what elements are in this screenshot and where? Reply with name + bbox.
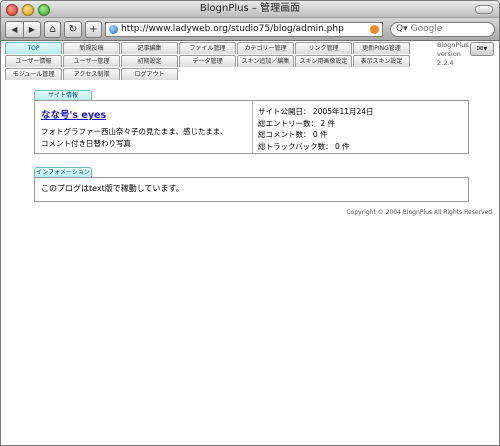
information-panel: このブログはtext版で稼動しています。 [34, 177, 469, 202]
tab-category-manager[interactable]: カテゴリー管理 [237, 42, 294, 54]
forward-button[interactable]: ▶ [24, 22, 41, 37]
plus-icon: + [89, 23, 98, 35]
tab-top[interactable]: TOP [5, 42, 62, 54]
tab-initial-settings[interactable]: 初期設定 [121, 55, 178, 67]
title-bar: BlognPlus – 管理画面 [1, 1, 499, 18]
rss-icon[interactable] [370, 24, 379, 34]
stat-entry-count: 総エントリー数： 2 件 [258, 118, 336, 128]
version-info: BlognPlus version 2.2.4 [437, 41, 469, 68]
window-title: BlognPlus – 管理画面 [199, 3, 301, 14]
tab-edit-posts[interactable]: 記事編集 [121, 42, 178, 54]
browser-toolbar: ◀ ▶ ⌂ ↻ + http://www.ladyweb.org/studio7… [1, 18, 499, 41]
stat-publish-date: サイト公開日： 2005年11月24日 [258, 107, 374, 116]
address-bar[interactable]: http://www.ladyweb.org/studio75/blog/adm… [105, 21, 383, 37]
home-button[interactable]: ⌂ [44, 20, 62, 38]
reload-icon: ↻ [68, 23, 78, 35]
tab-module-manager[interactable]: モジュール管理 [5, 68, 62, 80]
reload-button[interactable]: ↻ [64, 20, 82, 38]
blog-summary: なな号's eyes フォトグラファー西山奈々子の見たまま、感じたまま、 コメン… [41, 101, 251, 153]
stat-comment-count: 総コメント数： 0 件 [258, 130, 328, 139]
mail-button[interactable]: ✉▾ [470, 42, 494, 56]
column-divider [252, 101, 253, 153]
tab-skin-images[interactable]: スキン用画像設定 [295, 55, 352, 67]
tab-new-post[interactable]: 新規投稿 [63, 42, 120, 54]
tab-user-manager[interactable]: ユーザー管理 [63, 55, 120, 67]
tab-access-restriction[interactable]: アクセス制限 [63, 68, 120, 80]
nav-row-1: TOP 新規投稿 記事編集 ファイル管理 カテゴリー管理 リンク管理 更新PIN… [5, 41, 411, 54]
minimize-window-button[interactable] [22, 4, 34, 16]
tab-logout[interactable]: ログアウト [121, 68, 178, 80]
version-app-name: BlognPlus [437, 41, 469, 49]
window-controls [6, 4, 50, 16]
page-content: TOP 新規投稿 記事編集 ファイル管理 カテゴリー管理 リンク管理 更新PIN… [1, 41, 499, 445]
blog-description-line-2: コメント付き日替わり写真 [41, 139, 131, 148]
search-input[interactable] [410, 24, 481, 34]
tab-data-manager[interactable]: データ管理 [179, 55, 236, 67]
information-header: インフォメーション [34, 167, 92, 177]
information-text: このブログはtext版で稼動しています。 [41, 184, 184, 193]
tab-link-manager[interactable]: リンク管理 [295, 42, 352, 54]
nav-row-3: モジュール管理 アクセス制限 ログアウト [5, 67, 411, 80]
stat-trackback-count: 総トラックバック数： 0 件 [258, 141, 350, 151]
tab-skin-edit[interactable]: スキン追加／編集 [237, 55, 294, 67]
zoom-window-button[interactable] [38, 4, 50, 16]
add-bookmark-button[interactable]: + [84, 20, 102, 38]
browser-window: BlognPlus – 管理画面 ◀ ▶ ⌂ ↻ + http://www.la… [0, 0, 500, 446]
blog-description-line-1: フォトグラファー西山奈々子の見たまま、感じたまま、 [41, 127, 228, 136]
home-icon: ⌂ [49, 23, 56, 35]
close-window-button[interactable] [6, 4, 18, 16]
url-text[interactable]: http://www.ladyweb.org/studio75/blog/adm… [121, 24, 370, 34]
search-icon[interactable]: Q▾ [396, 24, 408, 34]
blog-title-link[interactable]: なな号's eyes [41, 107, 251, 121]
copyright-text: Copyright © 2004 BlognPlus All Rights Re… [346, 209, 494, 216]
search-field[interactable]: Q▾ [390, 21, 495, 37]
site-info-panel: なな号's eyes フォトグラファー西山奈々子の見たまま、感じたまま、 コメン… [34, 100, 469, 154]
back-forward-group: ◀ ▶ [5, 20, 42, 38]
tab-ping-manager[interactable]: 更新PING管理 [353, 42, 410, 54]
blog-stats: サイト公開日： 2005年11月24日 総エントリー数： 2 件 総コメント数：… [258, 101, 463, 153]
version-label: version [437, 50, 461, 58]
site-icon [109, 24, 118, 34]
tab-skin-display[interactable]: 表示スキン設定 [353, 55, 410, 67]
site-info-header: サイト情報 [34, 90, 92, 100]
toolbar-toggle-button[interactable] [475, 5, 493, 14]
admin-nav: TOP 新規投稿 記事編集 ファイル管理 カテゴリー管理 リンク管理 更新PIN… [5, 41, 411, 80]
tab-file-manager[interactable]: ファイル管理 [179, 42, 236, 54]
version-number: 2.2.4 [437, 59, 454, 67]
tab-user-info[interactable]: ユーザー情報 [5, 55, 62, 67]
back-button[interactable]: ◀ [6, 21, 24, 37]
nav-row-2: ユーザー情報 ユーザー管理 初期設定 データ管理 スキン追加／編集 スキン用画像… [5, 54, 411, 67]
